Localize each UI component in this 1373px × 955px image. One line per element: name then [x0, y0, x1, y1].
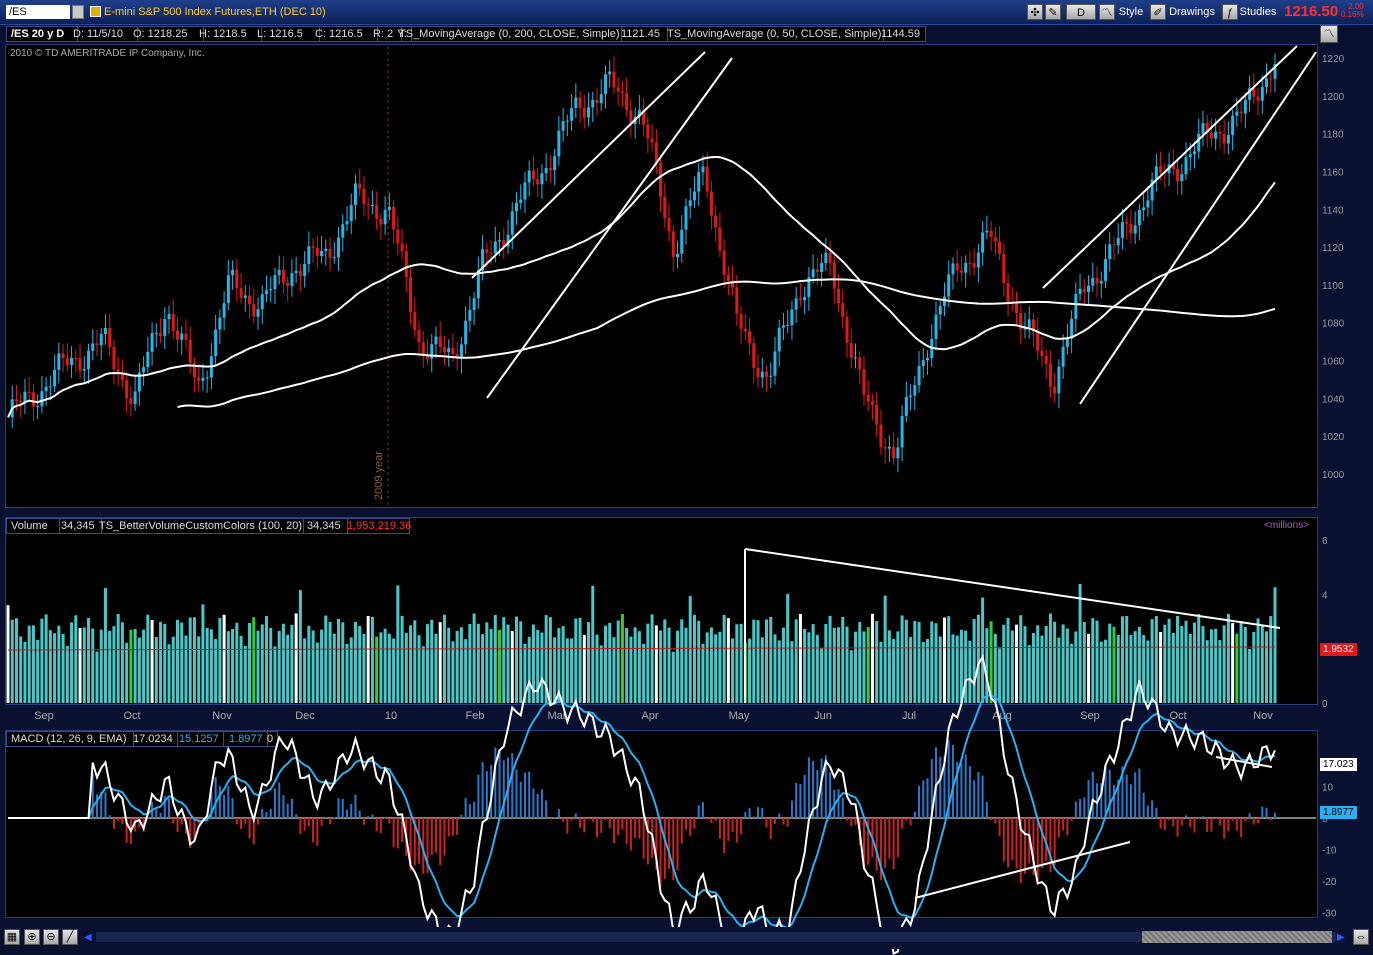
- macd-panel[interactable]: [5, 730, 1318, 918]
- drawing-tool-icon[interactable]: ✎: [1045, 4, 1061, 20]
- year-marker-label: 2009 year: [373, 451, 385, 500]
- volume-units: <millions>: [1264, 520, 1310, 531]
- low-value: L: 1216.5: [253, 27, 320, 41]
- high-value: H: 1218.5: [195, 27, 262, 41]
- grid-layout-icon[interactable]: ▦: [4, 929, 20, 945]
- style-menu[interactable]: Style: [1116, 4, 1146, 20]
- quote-info-bar: /ES 20 y D D: 11/5/10 O: 1218.25 H: 1218…: [6, 26, 926, 42]
- crosshair-tool-icon[interactable]: ✣: [1027, 4, 1043, 20]
- volume-header: Volume 34,345 TS_BetterVolumeCustomColor…: [6, 518, 412, 534]
- macd-diff-tag: 1.8977: [1320, 806, 1357, 819]
- ma50-label[interactable]: TS_MovingAverage (0, 50, CLOSE, Simple): [663, 27, 884, 41]
- macd-value-tag: 17.023: [1320, 758, 1357, 771]
- open-value: O: 1218.25: [129, 27, 204, 41]
- chart-settings-icon[interactable]: 〽: [1320, 25, 1338, 43]
- macd-diff: 1.8977: [225, 732, 268, 746]
- macd-label[interactable]: MACD (12, 26, 9, EMA): [7, 732, 134, 746]
- macd-header: MACD (12, 26, 9, EMA) 17.0234 15.1257 1.…: [6, 731, 278, 747]
- bottom-toolbar: ▦ ⊕ ⊖ ╱ ◀ ▶ ⇔: [0, 927, 1373, 949]
- volume-avg-tag: 1.9532: [1320, 643, 1357, 656]
- symbol-dropdown-button[interactable]: [72, 5, 84, 19]
- volume-study-value: 34,345: [303, 519, 348, 533]
- copyright-text: 2010 © TD AMERITRADE IP Company, Inc.: [10, 48, 205, 59]
- macd-avg: 15.1257: [175, 732, 224, 746]
- volume-study-value2: 1,953,219.36: [347, 520, 412, 532]
- scroll-left-icon[interactable]: ◀: [84, 932, 92, 943]
- volume-label[interactable]: Volume: [7, 519, 60, 533]
- zoom-in-icon[interactable]: ⊕: [24, 929, 40, 945]
- instrument-title: E-mini S&P 500 Index Futures,ETH (DEC 10…: [104, 6, 326, 18]
- chart-style-icon[interactable]: 〽: [1099, 4, 1115, 20]
- drawings-icon[interactable]: ✐: [1150, 4, 1166, 20]
- volume-study-label[interactable]: TS_BetterVolumeCustomColors (100, 20): [95, 519, 304, 533]
- date-value: D: 11/5/10: [69, 27, 138, 41]
- zoom-out-icon[interactable]: ⊖: [43, 929, 59, 945]
- ma50-value: 1144.59: [881, 28, 920, 40]
- volume-panel[interactable]: [5, 517, 1318, 705]
- macd-value: 17.0234: [129, 732, 178, 746]
- percent-change: 0.16%: [1341, 10, 1364, 19]
- macd-zero: 0: [267, 733, 274, 745]
- close-value: C: 1216.5: [311, 27, 378, 41]
- drawings-menu[interactable]: Drawings: [1166, 4, 1218, 20]
- studies-icon[interactable]: ƒ: [1222, 4, 1238, 20]
- scroll-right-icon[interactable]: ▶: [1337, 932, 1345, 943]
- draw-line-icon[interactable]: ╱: [62, 929, 78, 945]
- expand-icon[interactable]: ⇔: [1353, 929, 1369, 945]
- period-button[interactable]: D: [1066, 4, 1096, 20]
- studies-menu[interactable]: Studies: [1238, 4, 1278, 20]
- last-price: 1216.50: [1284, 3, 1339, 20]
- flag-icon: [90, 6, 101, 17]
- ma200-value: 1121.45: [617, 27, 668, 41]
- top-toolbar: /ES E-mini S&P 500 Index Futures,ETH (DE…: [0, 0, 1373, 25]
- scroll-thumb[interactable]: [1142, 931, 1332, 943]
- ma200-label[interactable]: TS_MovingAverage (0, 200, CLOSE, Simple): [395, 27, 622, 41]
- aggregation-label[interactable]: /ES 20 y D: [7, 27, 78, 41]
- price-change: 2.00 0.16%: [1341, 3, 1364, 19]
- symbol-input[interactable]: /ES: [6, 5, 70, 19]
- price-panel[interactable]: [5, 44, 1318, 508]
